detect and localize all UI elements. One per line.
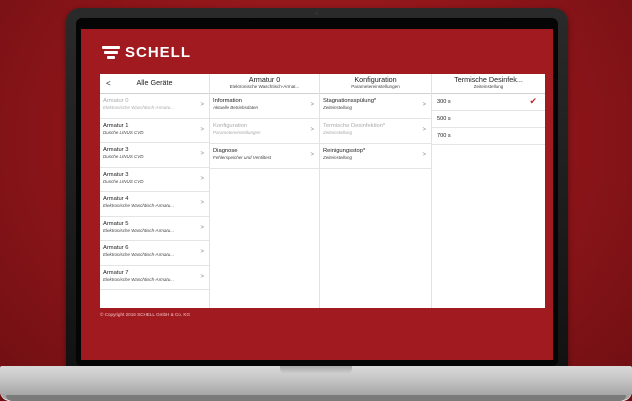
column-header: < Alle Geräte bbox=[100, 74, 209, 94]
list-item[interactable]: Armatur 5 Elektronische Waschtisch-Armatu… bbox=[100, 217, 209, 241]
column-header: Armatur 0 Elektronische Waschtisch-Armat… bbox=[210, 74, 319, 94]
time-option-label: 500 s bbox=[437, 116, 451, 122]
column-title: Alle Geräte bbox=[136, 78, 173, 87]
list-item-title: Termische Desinfektion* bbox=[323, 123, 386, 129]
list-item-title: Armatur 3 bbox=[103, 147, 129, 153]
list-item-title: Armatur 1 bbox=[103, 122, 129, 129]
chevron-right-icon: > bbox=[200, 273, 204, 280]
list-item-subtitle: Fehlerspeicher und Ventiltest bbox=[213, 155, 272, 160]
app-screen: SCHELL < Alle Geräte Armatur 0 Elektronis… bbox=[81, 29, 553, 360]
list-item-subtitle: Elektronische Waschtisch-Armatu... bbox=[103, 252, 174, 257]
chevron-right-icon: > bbox=[310, 152, 314, 158]
list-item-title: Armatur 7 bbox=[103, 269, 129, 276]
list-item-title: Stagnationsspülung* bbox=[323, 98, 377, 104]
column-subtitle: Elektronische Waschtisch-Armat... bbox=[229, 84, 300, 89]
time-option[interactable]: 700 s bbox=[432, 128, 545, 145]
list-item-subtitle: Zeiteinstellung bbox=[323, 155, 353, 160]
brand-name: SCHELL bbox=[125, 44, 191, 61]
list-item-title: Konfiguration bbox=[213, 123, 248, 129]
laptop-notch bbox=[280, 366, 352, 374]
list-item[interactable]: Information Aktuelle Betriebsdaten > bbox=[210, 94, 319, 119]
column-header: Termische Desinfek... Zeiteinstellung bbox=[432, 74, 545, 94]
list-item-subtitle: Zeiteinstellung bbox=[323, 130, 353, 135]
time-option-label: 300 s bbox=[437, 99, 451, 105]
list-item-subtitle: Elektronische Waschtisch-Armatu... bbox=[103, 276, 174, 282]
copyright-text: © Copyright 2016 SCHELL GmbH & Co. KG bbox=[100, 312, 191, 317]
list-item-title: Reinigungsstop* bbox=[323, 148, 366, 154]
list-item-subtitle: Dusche LINUS CVD bbox=[103, 178, 144, 184]
column-title: Konfiguration bbox=[354, 76, 397, 84]
all-devices-column: < Alle Geräte Armatur 0 Elektronische Was… bbox=[100, 74, 210, 308]
list-item-title: Diagnose bbox=[213, 148, 238, 154]
column-subtitle: Zeiteinstellung bbox=[473, 84, 504, 89]
laptop-foot bbox=[6, 395, 626, 401]
list-item[interactable]: Armatur 4 Elektronische Waschtisch-Armatu… bbox=[100, 192, 209, 217]
chevron-right-icon: > bbox=[422, 152, 426, 158]
list-item[interactable]: Armatur 7 Elektronische Waschtisch-Armatu… bbox=[100, 266, 209, 290]
list-item-subtitle: Aktuelle Betriebsdaten bbox=[213, 105, 259, 110]
time-option[interactable]: 500 s bbox=[432, 111, 545, 128]
chevron-right-icon: > bbox=[200, 126, 204, 133]
column-title: Termische Desinfek... bbox=[454, 76, 523, 84]
chevron-right-icon: > bbox=[422, 102, 426, 108]
list-item-subtitle: Parametereinstellungen bbox=[213, 130, 261, 135]
chevron-right-icon: > bbox=[200, 200, 204, 206]
list-item-subtitle: Zeiteinstellung bbox=[323, 105, 353, 110]
chevron-right-icon: > bbox=[200, 102, 204, 108]
list-item[interactable]: Stagnationsspülung* Zeiteinstellung > bbox=[320, 94, 431, 119]
checkmark-icon: ✔ bbox=[529, 96, 537, 106]
chevron-right-icon: > bbox=[422, 127, 426, 133]
navigation-panel: < Alle Geräte Armatur 0 Elektronische Was… bbox=[100, 74, 545, 308]
list-item-subtitle: Dusche LINUS CVD bbox=[103, 154, 144, 159]
disinfection-column: Termische Desinfek... Zeiteinstellung 30… bbox=[432, 74, 545, 308]
chevron-right-icon: > bbox=[200, 175, 204, 182]
chevron-right-icon: > bbox=[200, 151, 204, 157]
list-item-subtitle: Elektronische Waschtisch-Armatu... bbox=[103, 105, 174, 110]
list-item-title: Armatur 3 bbox=[103, 171, 129, 178]
time-option[interactable]: 300 s ✔ bbox=[432, 94, 545, 111]
back-button[interactable]: < bbox=[106, 79, 111, 88]
list-item[interactable]: Armatur 3 Dusche LINUS CVD > bbox=[100, 143, 209, 168]
brand-logo: SCHELL bbox=[102, 44, 191, 61]
list-item[interactable]: Armatur 0 Elektronische Waschtisch-Armatu… bbox=[100, 94, 209, 119]
column-header: Konfiguration Parametereinstellungen bbox=[320, 74, 431, 94]
list-item[interactable]: Armatur 3 Dusche LINUS CVD > bbox=[100, 168, 209, 192]
device-column: Armatur 0 Elektronische Waschtisch-Armat… bbox=[210, 74, 320, 308]
list-item[interactable]: Termische Desinfektion* Zeiteinstellung > bbox=[320, 119, 431, 144]
list-item-title: Armatur 0 bbox=[103, 98, 129, 104]
camera-icon bbox=[315, 12, 318, 15]
column-title: Armatur 0 bbox=[248, 76, 281, 84]
list-item[interactable]: Reinigungsstop* Zeiteinstellung > bbox=[320, 144, 431, 169]
schell-logo-icon bbox=[102, 45, 120, 61]
chevron-right-icon: > bbox=[310, 127, 314, 133]
list-item-title: Armatur 4 bbox=[103, 196, 129, 202]
configuration-column: Konfiguration Parametereinstellungen Sta… bbox=[320, 74, 432, 308]
list-item[interactable]: Konfiguration Parametereinstellungen > bbox=[210, 119, 319, 144]
list-item-subtitle: Elektronische Waschtisch-Armatu... bbox=[103, 203, 174, 208]
list-item-title: Armatur 6 bbox=[103, 245, 129, 251]
column-subtitle: Parametereinstellungen bbox=[351, 84, 400, 89]
chevron-right-icon: > bbox=[310, 102, 314, 108]
list-item-subtitle: Elektronische Waschtisch-Armatu... bbox=[103, 227, 174, 233]
list-item[interactable]: Armatur 1 Dusche LINUS CVD > bbox=[100, 119, 209, 143]
list-item-title: Information bbox=[213, 98, 242, 104]
time-option-label: 700 s bbox=[437, 133, 451, 139]
list-item[interactable]: Diagnose Fehlerspeicher und Ventiltest > bbox=[210, 144, 319, 169]
list-item[interactable]: Armatur 6 Elektronische Waschtisch-Armatu… bbox=[100, 241, 209, 266]
chevron-right-icon: > bbox=[200, 249, 204, 255]
list-item-title: Armatur 5 bbox=[103, 220, 129, 227]
chevron-right-icon: > bbox=[200, 224, 204, 231]
list-item-subtitle: Dusche LINUS CVD bbox=[103, 129, 144, 135]
